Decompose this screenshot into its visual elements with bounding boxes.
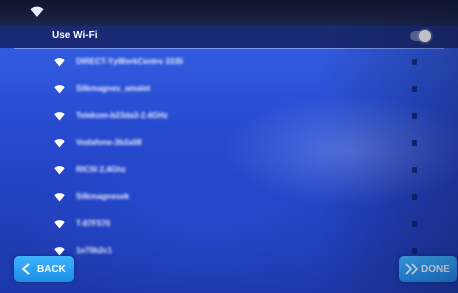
toggle-knob: [419, 30, 431, 42]
network-item[interactable]: Silkmagnesek: [0, 185, 458, 212]
network-item[interactable]: T-87F570: [0, 212, 458, 239]
back-button[interactable]: BACK: [14, 256, 74, 282]
wifi-icon: [54, 58, 65, 67]
done-button[interactable]: DONE: [399, 256, 457, 282]
wifi-icon: [54, 220, 65, 229]
lock-icon: [412, 140, 417, 146]
network-name: Vodafone-3b2a08: [76, 138, 142, 147]
use-wifi-label: Use Wi-Fi: [52, 30, 98, 41]
divider: [14, 48, 444, 49]
wifi-toggle[interactable]: [410, 30, 431, 42]
network-item[interactable]: Telekom-b23da3-2.4GHz: [0, 104, 458, 131]
wifi-icon: [54, 112, 65, 121]
network-item[interactable]: RICSI 2,4Ghz: [0, 158, 458, 185]
back-label: BACK: [37, 263, 66, 275]
network-list: DIRECT-YyWorkCentre 3335 Silkmagnes_amal…: [0, 50, 458, 266]
lock-icon: [412, 248, 417, 254]
wifi-icon: [54, 139, 65, 148]
network-name: T-87F570: [76, 219, 111, 228]
wifi-icon: [54, 85, 65, 94]
lock-icon: [412, 221, 417, 227]
network-name: Telekom-b23da3-2.4GHz: [76, 111, 168, 120]
lock-icon: [412, 167, 417, 173]
status-bar: [0, 0, 458, 26]
network-item[interactable]: Silkmagnes_amalet: [0, 77, 458, 104]
lock-icon: [412, 194, 417, 200]
lock-icon: [412, 86, 417, 92]
wifi-icon: [54, 193, 65, 202]
network-name: Silkmagnes_amalet: [76, 84, 151, 93]
network-name: DIRECT-YyWorkCentre 3335: [76, 57, 183, 66]
chevron-left-icon: [21, 263, 30, 275]
wifi-icon: [54, 166, 65, 175]
done-label: DONE: [421, 263, 450, 275]
network-name: RICSI 2,4Ghz: [76, 165, 126, 174]
network-item[interactable]: Vodafone-3b2a08: [0, 131, 458, 158]
wifi-status-icon: [30, 6, 44, 17]
lock-icon: [412, 59, 417, 65]
wifi-icon: [54, 247, 65, 256]
network-name: 1e70b2c1: [76, 246, 113, 255]
lock-icon: [412, 113, 417, 119]
use-wifi-row[interactable]: Use Wi-Fi: [0, 26, 458, 48]
network-name: Silkmagnesek: [76, 192, 130, 201]
double-chevron-right-icon: [405, 263, 419, 275]
network-item[interactable]: DIRECT-YyWorkCentre 3335: [0, 50, 458, 77]
wifi-settings-screen: Use Wi-Fi DIRECT-YyWorkCentre 3335 Silkm…: [0, 0, 458, 293]
